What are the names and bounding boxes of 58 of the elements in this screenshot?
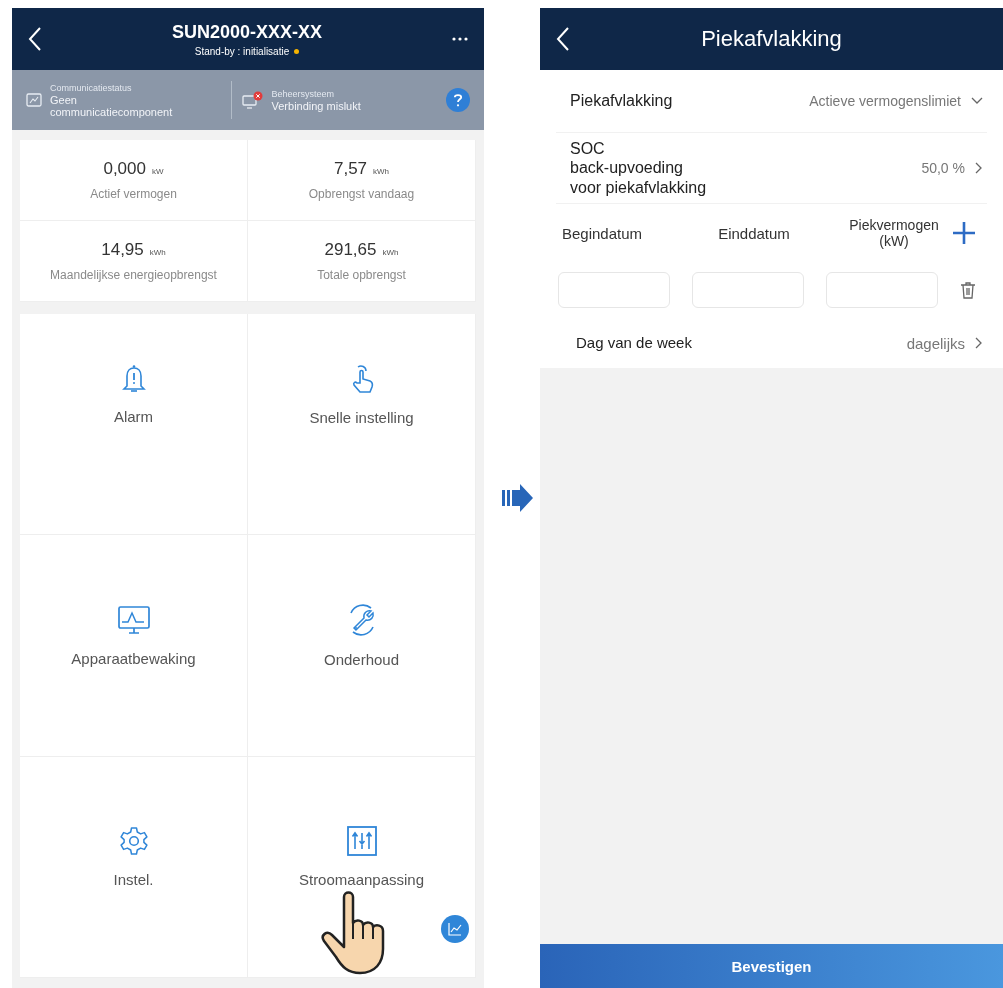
menu-tile[interactable]: Snelle instelling bbox=[248, 314, 476, 536]
column-header: Begindatum bbox=[562, 224, 644, 242]
monitor-chart-icon bbox=[116, 604, 151, 636]
confirm-button[interactable]: Bevestigen bbox=[540, 944, 1003, 988]
stat-label: Totale opbrengst bbox=[317, 268, 406, 282]
status-value: Geen communicatiecomponent bbox=[50, 93, 174, 118]
stat-value: 14,95 bbox=[101, 240, 144, 260]
sliders-icon bbox=[345, 825, 378, 858]
device-title: SUN2000-XXX-XX bbox=[171, 21, 323, 43]
soc-row[interactable]: SOC back-upvoeding voor piekafvlakking 50,0 % bbox=[556, 133, 987, 204]
stat-value: 0,000 bbox=[103, 159, 146, 179]
status-caption: Beheersysteem bbox=[271, 88, 336, 99]
back-icon[interactable] bbox=[28, 26, 42, 52]
stat-label: Actief vermogen bbox=[90, 187, 177, 201]
menu-tile[interactable]: Apparaatbewaking bbox=[20, 535, 248, 757]
monitor-error-icon bbox=[241, 91, 264, 109]
delete-icon[interactable] bbox=[960, 281, 976, 299]
row-label: Piekafvlakking bbox=[570, 91, 674, 111]
add-icon[interactable] bbox=[952, 221, 976, 245]
row-label: Dag van de week bbox=[576, 334, 693, 352]
status-value: Verbinding mislukt bbox=[271, 99, 361, 112]
stat-unit: kWh bbox=[382, 248, 399, 257]
status-caption: Communicatiestatus bbox=[50, 82, 133, 93]
back-icon[interactable] bbox=[556, 26, 570, 52]
menu-tile[interactable]: Stroomaanpassing bbox=[248, 756, 476, 978]
stat-unit: kW bbox=[152, 167, 164, 176]
row-value: Actieve vermogenslimiet bbox=[809, 93, 961, 109]
input-field[interactable] bbox=[692, 272, 804, 308]
screen-title: Piekafvlakking bbox=[700, 26, 843, 52]
help-icon[interactable] bbox=[446, 88, 470, 112]
stat-label: Opbrengst vandaag bbox=[308, 187, 415, 201]
settings-icon bbox=[117, 825, 150, 858]
mode-row[interactable]: Piekafvlakking Actieve vermogenslimiet bbox=[556, 70, 987, 133]
arrow-icon bbox=[502, 483, 534, 513]
chevron-down-icon bbox=[971, 97, 983, 105]
status-dot-icon bbox=[294, 48, 300, 54]
menu-tile[interactable]: Alarm bbox=[20, 314, 248, 536]
row-value: dagelijks bbox=[906, 334, 965, 352]
chevron-right-icon bbox=[975, 337, 983, 349]
weekday-row[interactable]: Dag van de week dagelijks bbox=[556, 318, 987, 368]
more-icon[interactable] bbox=[452, 37, 468, 41]
menu-tile[interactable]: Onderhoud bbox=[248, 535, 476, 757]
stat-unit: kWh bbox=[149, 248, 166, 257]
chevron-right-icon bbox=[975, 162, 983, 174]
stat-label: Maandelijkse energieopbrengst bbox=[50, 268, 217, 282]
row-label: SOC back-upvoeding voor piekafvlakking bbox=[570, 139, 708, 197]
device-status: Stand-by : initialisatie bbox=[194, 45, 290, 57]
stat-value: 291,65 bbox=[324, 240, 377, 260]
chart-button-icon[interactable] bbox=[441, 915, 469, 943]
stat-unit: kWh bbox=[373, 167, 390, 176]
row-value: 50,0 % bbox=[921, 160, 965, 176]
bell-icon bbox=[120, 363, 147, 394]
menu-tile[interactable]: Instel. bbox=[20, 756, 248, 978]
input-field[interactable] bbox=[558, 272, 670, 308]
column-header: Piekvermogen(kW) bbox=[848, 217, 940, 249]
stat-value: 7,57 bbox=[333, 159, 368, 179]
input-field[interactable] bbox=[826, 272, 938, 308]
column-header: Einddatum bbox=[717, 224, 791, 242]
